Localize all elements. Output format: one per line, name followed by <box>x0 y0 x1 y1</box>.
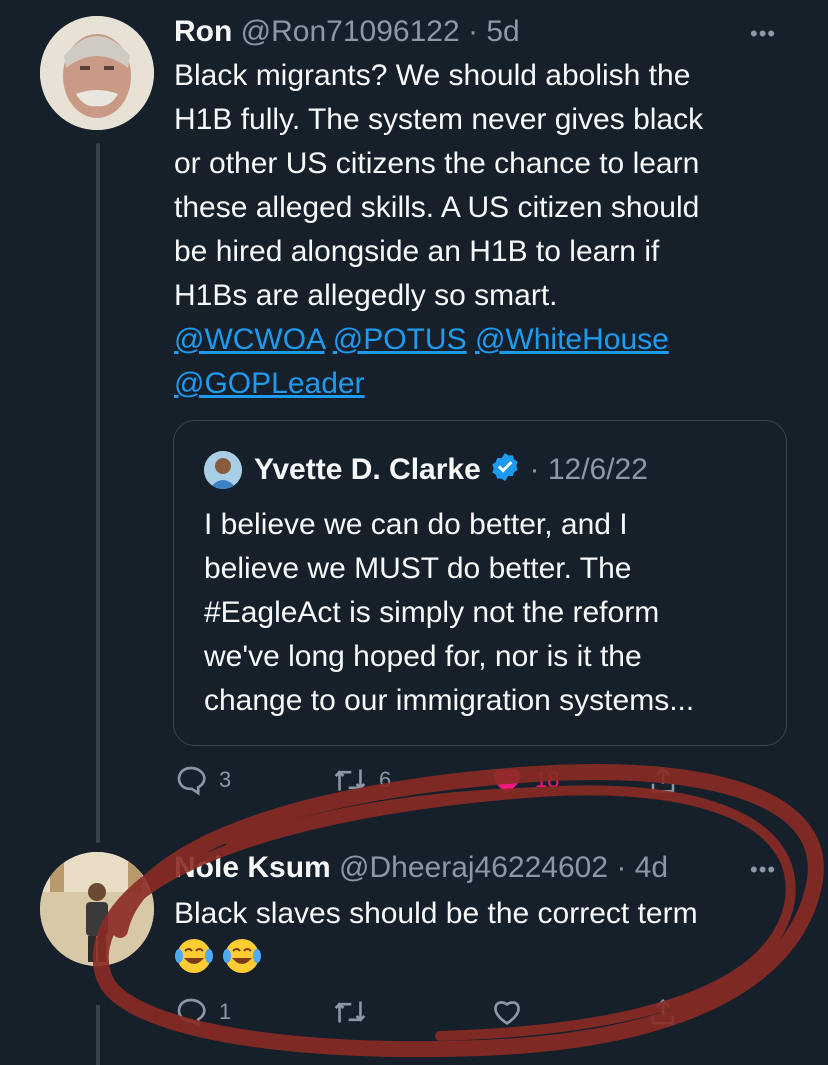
retweet-icon <box>334 769 366 791</box>
reply-button[interactable]: 3 <box>175 764 231 796</box>
tweet-line: be hired alongside an H1B to learn if <box>174 235 660 268</box>
nole-ksum-avatar[interactable] <box>40 852 154 966</box>
more-options-icon[interactable]: ••• <box>750 859 776 881</box>
tweet-line: these alleged skills. A US citizen shoul… <box>174 191 700 224</box>
like-count: 18 <box>535 767 560 792</box>
author-name[interactable]: Nole Ksum <box>174 851 331 884</box>
reply-count: 1 <box>219 999 232 1024</box>
quoted-tweet-card[interactable]: Yvette D. Clarke · 12/6/22 I believe we … <box>173 420 787 746</box>
quoted-tweet-date: 12/6/22 <box>547 453 648 486</box>
quoted-line: I believe we can do better, and I <box>204 508 628 541</box>
reply-button[interactable]: 1 <box>175 996 231 1028</box>
quoted-tweet-header: Yvette D. Clarke · 12/6/22 <box>254 451 648 488</box>
retweet-button[interactable] <box>333 996 367 1028</box>
tweet-line: H1Bs are allegedly so smart. <box>174 279 558 312</box>
quoted-author-avatar <box>204 451 242 489</box>
face-with-tears-of-joy-icon <box>223 939 261 973</box>
quoted-line: #EagleAct is simply not the reform <box>204 596 660 629</box>
mention-link[interactable]: @POTUS <box>333 323 467 356</box>
like-button[interactable] <box>491 996 523 1028</box>
share-button[interactable] <box>648 996 678 1028</box>
separator-dot: · <box>467 15 478 48</box>
share-button[interactable] <box>648 764 678 796</box>
face-with-tears-of-joy-icon <box>175 939 213 973</box>
author-name[interactable]: Ron <box>174 15 232 48</box>
share-icon <box>651 766 675 793</box>
author-handle[interactable]: @Dheeraj46224602 <box>339 851 608 884</box>
share-icon <box>651 998 675 1025</box>
reply-icon <box>177 766 206 796</box>
mention-link[interactable]: @GOPLeader <box>174 367 365 400</box>
tweet-line: H1B fully. The system never gives black <box>174 103 704 136</box>
liked-heart-icon <box>493 768 521 793</box>
retweet-icon <box>334 1001 366 1023</box>
thread-connector-line <box>96 143 100 843</box>
ron-avatar[interactable] <box>40 16 154 130</box>
quoted-author-name: Yvette D. Clarke <box>254 453 481 486</box>
emoji-line <box>174 936 698 981</box>
separator-dot: · <box>616 851 627 884</box>
reply-icon <box>177 998 206 1028</box>
retweet-count: 6 <box>379 767 392 792</box>
tweet-header: Ron @Ron71096122 · 5d <box>174 14 520 50</box>
tweet-timestamp[interactable]: 4d <box>635 851 668 884</box>
reply-text-line: Black slaves should be the correct term <box>174 897 698 930</box>
thread-connector-line-bottom <box>96 1005 100 1065</box>
like-button[interactable]: 18 <box>491 764 559 796</box>
quoted-line: we've long hoped for, nor is it the <box>204 640 642 673</box>
quoted-line: change to our immigration systems... <box>204 684 695 717</box>
tweet-text: Black migrants? We should abolish the H1… <box>174 54 703 406</box>
author-handle[interactable]: @Ron71096122 <box>241 15 460 48</box>
reply-tweet-header: Nole Ksum @Dheeraj46224602 · 4d <box>174 850 668 886</box>
tweet-timestamp[interactable]: 5d <box>486 15 519 48</box>
tweet-line: Black migrants? We should abolish the <box>174 59 691 92</box>
retweet-button[interactable]: 6 <box>333 764 391 796</box>
reply-count: 3 <box>219 767 232 792</box>
quoted-tweet-text: I believe we can do better, and I believ… <box>204 503 694 723</box>
heart-icon <box>494 1001 520 1025</box>
verified-badge-icon <box>492 453 518 481</box>
mention-link[interactable]: @WhiteHouse <box>475 323 669 356</box>
mention-link[interactable]: @WCWOA <box>174 323 324 356</box>
quoted-line: believe we MUST do better. The <box>204 552 632 585</box>
mentions-line: @WCWOA @POTUS @WhiteHouse <box>174 318 703 362</box>
more-options-icon[interactable]: ••• <box>750 23 776 45</box>
reply-tweet-text: Black slaves should be the correct term <box>174 892 698 981</box>
separator-dot: · <box>529 453 540 486</box>
tweet-line: or other US citizens the chance to learn <box>174 147 700 180</box>
